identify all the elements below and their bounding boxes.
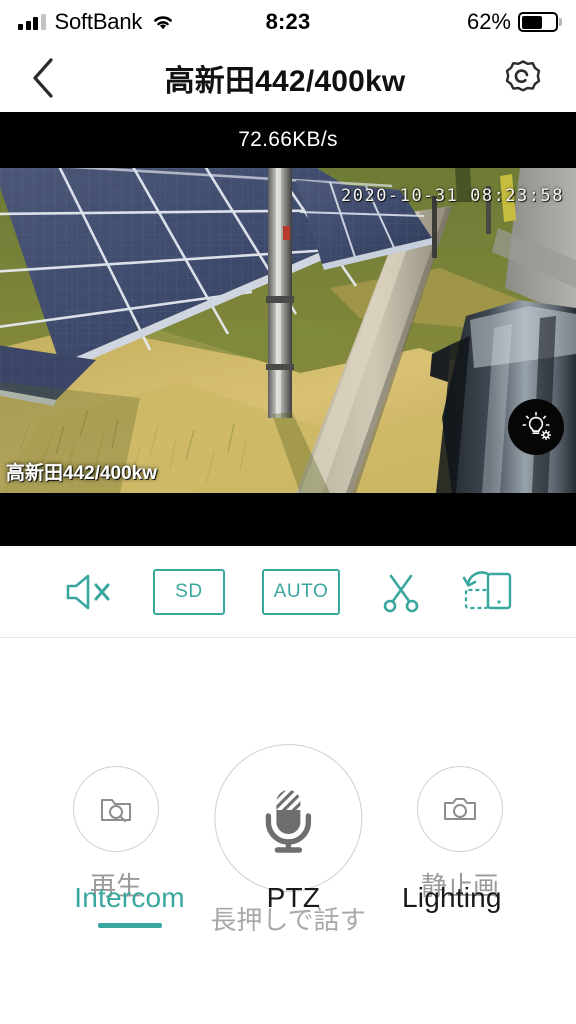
chevron-left-icon bbox=[33, 58, 53, 98]
tab-ptz-indicator bbox=[261, 923, 325, 928]
battery-icon bbox=[518, 12, 562, 32]
snapshot-button[interactable] bbox=[417, 766, 503, 852]
tab-intercom[interactable]: Intercom bbox=[74, 882, 185, 928]
clip-button[interactable] bbox=[377, 564, 425, 620]
video-timestamp-overlay: 2020-10-31 08:23:58 bbox=[341, 186, 564, 206]
camera-feed-image bbox=[0, 168, 576, 493]
tab-lighting[interactable]: Lighting bbox=[402, 882, 502, 928]
camera-icon bbox=[444, 798, 476, 820]
status-bar-left: SoftBank bbox=[18, 9, 175, 35]
tab-lighting-indicator bbox=[420, 923, 484, 928]
wifi-icon bbox=[151, 13, 175, 31]
status-bar: SoftBank 8:23 62% bbox=[0, 0, 576, 44]
lightbulb-gear-icon bbox=[522, 411, 552, 441]
scissors-icon bbox=[383, 574, 419, 612]
tab-lighting-label: Lighting bbox=[402, 882, 502, 913]
quality-toggle-button[interactable]: SD bbox=[152, 564, 225, 620]
folder-search-icon bbox=[101, 799, 131, 822]
camera-name-overlay: 高新田442/400kw bbox=[6, 463, 158, 484]
control-panel: 再生 長押しで話す 静止画 Intercom PTZ Lighting bbox=[0, 744, 576, 954]
auto-label: AUTO bbox=[261, 568, 341, 615]
speaker-mute-icon bbox=[67, 574, 110, 609]
battery-percent-label: 62% bbox=[466, 9, 511, 34]
video-toolbar: SD AUTO bbox=[0, 546, 576, 638]
talk-button[interactable] bbox=[213, 744, 362, 892]
tab-bar: Intercom PTZ Lighting bbox=[0, 882, 576, 928]
navigation-bar: 高新田442/400kw bbox=[0, 44, 576, 112]
rotate-screen-icon bbox=[462, 570, 511, 609]
rotate-screen-button[interactable] bbox=[462, 564, 514, 620]
tab-ptz[interactable]: PTZ bbox=[261, 882, 325, 928]
playback-button[interactable] bbox=[73, 766, 159, 852]
mute-toggle-button[interactable] bbox=[62, 564, 116, 620]
signal-bars-icon bbox=[18, 14, 46, 30]
carrier-label: SoftBank bbox=[54, 9, 143, 34]
auto-toggle-button[interactable]: AUTO bbox=[261, 564, 341, 620]
quality-label: SD bbox=[152, 568, 225, 615]
video-player[interactable]: 72.66KB/s 2020-10-31 08:23:58 高新田442/400… bbox=[0, 112, 576, 546]
tab-active-indicator bbox=[97, 923, 162, 928]
status-bar-right: 62% bbox=[466, 9, 562, 35]
settings-button[interactable] bbox=[500, 55, 546, 101]
back-button[interactable] bbox=[30, 56, 70, 100]
app-screen: SoftBank 8:23 62% 高新田442/400kw 72.66KB/s… bbox=[0, 0, 576, 1024]
light-settings-button[interactable] bbox=[508, 399, 564, 455]
page-title: 高新田442/400kw bbox=[164, 65, 406, 98]
tab-intercom-label: Intercom bbox=[74, 882, 185, 913]
bitrate-label: 72.66KB/s bbox=[238, 128, 338, 151]
video-frame[interactable]: 2020-10-31 08:23:58 高新田442/400kw bbox=[0, 168, 576, 493]
tab-ptz-label: PTZ bbox=[266, 882, 321, 913]
gear-icon bbox=[505, 60, 541, 92]
microphone-icon bbox=[265, 790, 311, 853]
